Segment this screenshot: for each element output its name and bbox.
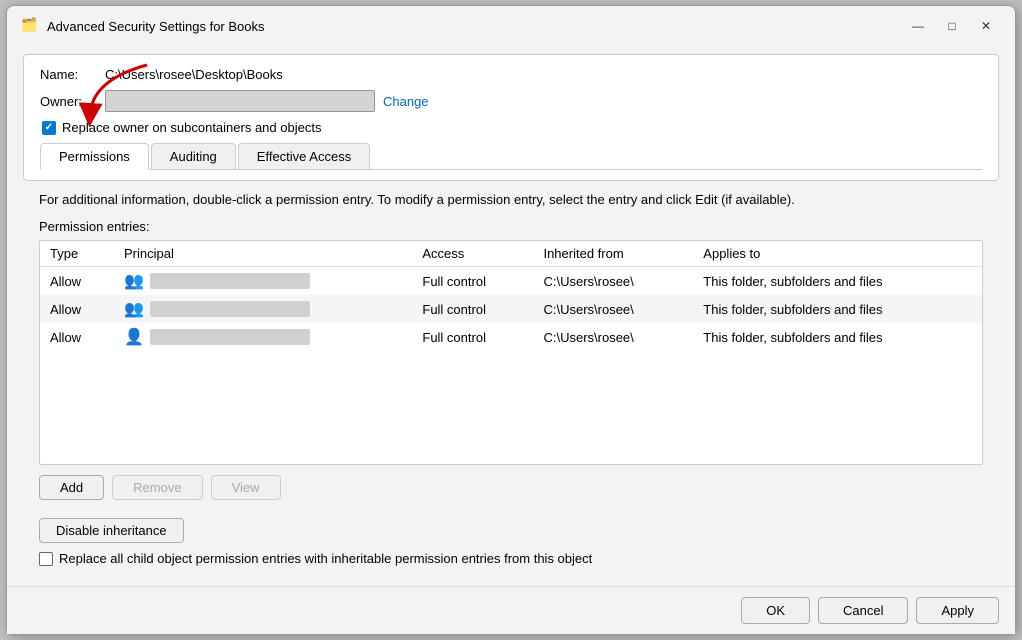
cell-applies-3: This folder, subfolders and files: [693, 323, 982, 351]
perm-entries-label: Permission entries:: [39, 219, 983, 234]
cell-type-2: Allow: [40, 295, 114, 323]
col-access: Access: [412, 241, 533, 267]
owner-value-box: [105, 90, 375, 112]
user-icon-2: 👥: [124, 299, 144, 319]
cell-inherited-2: C:\Users\rosee\: [533, 295, 693, 323]
replace-owner-row: Replace owner on subcontainers and objec…: [42, 120, 982, 135]
main-content: For additional information, double-click…: [23, 181, 999, 518]
tabs-row: Permissions Auditing Effective Access: [40, 143, 982, 170]
name-label: Name:: [40, 67, 105, 82]
permission-table-container: Type Principal Access Inherited from App…: [39, 240, 983, 465]
ok-button[interactable]: OK: [741, 597, 810, 624]
title-controls: — □ ✕: [903, 16, 1001, 36]
cell-access-2: Full control: [412, 295, 533, 323]
col-applies: Applies to: [693, 241, 982, 267]
table-row[interactable]: Allow 👥 Full control C:\Users\rosee\ Thi…: [40, 295, 982, 323]
content-area: Name: C:\Users\rosee\Desktop\Books Owner…: [7, 44, 1015, 586]
add-button[interactable]: Add: [39, 475, 104, 500]
table-row[interactable]: Allow 👤 Full control C:\Users\rosee\ Thi…: [40, 323, 982, 351]
replace-owner-checkbox[interactable]: [42, 121, 56, 135]
disable-inheritance-button[interactable]: Disable inheritance: [39, 518, 184, 543]
tab-permissions[interactable]: Permissions: [40, 143, 149, 170]
col-principal: Principal: [114, 241, 412, 267]
change-link[interactable]: Change: [383, 94, 429, 109]
replace-child-label: Replace all child object permission entr…: [59, 551, 592, 566]
window-icon: 🗂️: [21, 17, 39, 35]
cell-principal-3: 👤: [114, 323, 412, 351]
user-icon-1: 👥: [124, 271, 144, 291]
owner-label: Owner:: [40, 94, 105, 109]
name-row: Name: C:\Users\rosee\Desktop\Books: [40, 67, 982, 82]
close-button[interactable]: ✕: [971, 16, 1001, 36]
window-title: Advanced Security Settings for Books: [47, 19, 265, 34]
minimize-button[interactable]: —: [903, 16, 933, 36]
inner-panel: Name: C:\Users\rosee\Desktop\Books Owner…: [23, 54, 999, 181]
tab-effective-access[interactable]: Effective Access: [238, 143, 370, 169]
tab-auditing[interactable]: Auditing: [151, 143, 236, 169]
user-icon-3: 👤: [124, 327, 144, 347]
cell-principal-2: 👥: [114, 295, 412, 323]
maximize-button[interactable]: □: [937, 16, 967, 36]
info-text: For additional information, double-click…: [39, 191, 983, 209]
owner-row: Owner: Change: [40, 90, 982, 112]
cell-access-1: Full control: [412, 267, 533, 296]
action-bar: OK Cancel Apply: [7, 586, 1015, 634]
view-button[interactable]: View: [211, 475, 281, 500]
title-bar: 🗂️ Advanced Security Settings for Books …: [7, 6, 1015, 44]
col-type: Type: [40, 241, 114, 267]
cell-type-3: Allow: [40, 323, 114, 351]
table-buttons-row: Add Remove View: [39, 475, 983, 500]
cancel-button[interactable]: Cancel: [818, 597, 908, 624]
main-window: 🗂️ Advanced Security Settings for Books …: [6, 5, 1016, 635]
cell-principal-1: 👥: [114, 267, 412, 296]
col-inherited: Inherited from: [533, 241, 693, 267]
principal-placeholder-2: [150, 301, 310, 317]
bottom-section: Disable inheritance Replace all child ob…: [23, 518, 999, 576]
replace-child-checkbox[interactable]: [39, 552, 53, 566]
title-bar-left: 🗂️ Advanced Security Settings for Books: [21, 17, 265, 35]
name-value: C:\Users\rosee\Desktop\Books: [105, 67, 283, 82]
replace-child-row: Replace all child object permission entr…: [39, 551, 983, 566]
permission-table: Type Principal Access Inherited from App…: [40, 241, 982, 351]
table-header-row: Type Principal Access Inherited from App…: [40, 241, 982, 267]
replace-owner-label: Replace owner on subcontainers and objec…: [62, 120, 321, 135]
cell-applies-2: This folder, subfolders and files: [693, 295, 982, 323]
remove-button[interactable]: Remove: [112, 475, 202, 500]
principal-placeholder-1: [150, 273, 310, 289]
cell-inherited-3: C:\Users\rosee\: [533, 323, 693, 351]
cell-access-3: Full control: [412, 323, 533, 351]
principal-placeholder-3: [150, 329, 310, 345]
cell-applies-1: This folder, subfolders and files: [693, 267, 982, 296]
apply-button[interactable]: Apply: [916, 597, 999, 624]
table-row[interactable]: Allow 👥 Full control C:\Users\rosee\ Thi…: [40, 267, 982, 296]
cell-inherited-1: C:\Users\rosee\: [533, 267, 693, 296]
cell-type-1: Allow: [40, 267, 114, 296]
